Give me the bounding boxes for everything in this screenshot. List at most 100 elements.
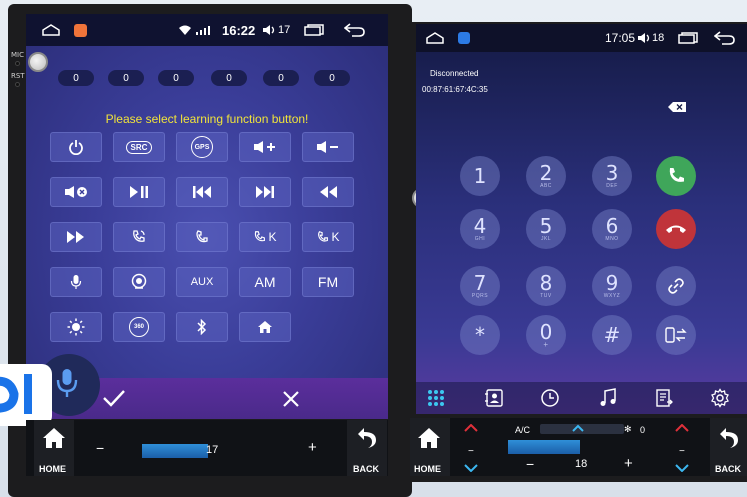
learning-prompt: Please select learning function button! [105,112,309,126]
am-icon: AM [254,274,276,290]
phone-answer-k-button[interactable]: K [239,222,291,252]
gear-icon [711,388,729,408]
fan-down-chevron-icon[interactable] [464,464,478,472]
phone-hangup-k-button[interactable]: K [302,222,354,252]
previous-track-button[interactable] [176,177,228,207]
temp-down-chevron-icon[interactable] [675,464,689,472]
ac-label[interactable]: A/C [515,425,530,435]
microphone-button[interactable] [50,267,102,297]
reset-label: RST [11,72,25,80]
back-arrow-icon[interactable] [344,14,366,46]
key-digit: 4 [473,214,487,238]
bt-files-tab[interactable] [652,386,676,410]
hangup-button[interactable] [656,209,696,249]
learn-counter-1: 0 [58,70,94,86]
camera-button[interactable] [113,267,165,297]
reset-hole[interactable] [15,82,20,87]
phone-hangup-icon [666,225,686,233]
key-digit: 8 [539,271,553,295]
mic-hole [15,61,20,66]
temp-level-bar [142,444,208,458]
aux-button[interactable]: AUX [176,267,228,297]
fan-up-chevron-icon[interactable] [464,424,478,432]
learn-counter-4: 0 [211,70,247,86]
right-back-key[interactable]: BACK [710,418,747,476]
play-pause-button[interactable] [113,177,165,207]
backspace-icon[interactable] [668,102,686,112]
dial-key-hash[interactable]: # [592,315,632,355]
dial-key-3[interactable]: 3 DEF [592,156,632,196]
music-note-icon [600,388,616,406]
right-home-key[interactable]: HOME [410,418,450,476]
phone-bottom-nav [416,382,747,414]
microphone-icon [70,275,82,289]
recents-tab[interactable] [538,386,562,410]
mute-button[interactable] [50,177,102,207]
confirm-check-icon[interactable] [102,389,126,407]
dialpad-tab[interactable] [424,386,448,410]
next-track-button[interactable] [239,177,291,207]
home-button[interactable] [239,312,291,342]
call-button[interactable] [656,156,696,196]
rewind-button[interactable] [302,177,354,207]
dial-key-0[interactable]: 0 + [526,315,566,355]
key-letters: DEF [606,183,618,189]
temp-increase-button[interactable]: + [624,455,633,472]
temp-decrease-button[interactable]: − [526,456,534,472]
learn-counter-2: 0 [108,70,144,86]
right-temp-value: 18 [575,458,588,470]
gps-button[interactable]: GPS [176,132,228,162]
home-outline-icon[interactable] [426,24,444,52]
app-notification-icon [458,24,470,52]
key-digit: 2 [539,161,553,185]
bt-mac-address: 00:87:61:67:4C:35 [422,85,488,94]
left-back-key[interactable]: BACK [347,420,387,476]
transfer-audio-button[interactable] [656,315,696,355]
dial-key-star[interactable]: * [460,315,500,355]
fast-forward-button[interactable] [50,222,102,252]
left-home-key[interactable]: HOME [34,420,74,476]
contacts-tab[interactable] [482,386,506,410]
dial-key-1[interactable]: 1 [460,156,500,196]
home-key-icon [418,428,440,448]
home-key-icon [43,428,65,448]
volume-down-button[interactable] [302,132,354,162]
recent-apps-icon[interactable] [678,24,698,52]
back-arrow-icon[interactable] [714,24,736,52]
dial-key-7[interactable]: 7 PQRS [460,266,500,306]
key-letters: MNO [605,236,619,242]
temp-increase-button[interactable]: + [308,439,317,456]
pair-link-button[interactable] [656,266,696,306]
fm-button[interactable]: FM [302,267,354,297]
temp-decrease-button[interactable]: − [96,440,104,456]
bt-music-tab[interactable] [596,386,620,410]
key-letters: PQRS [471,293,489,299]
dial-key-6[interactable]: 6 MNO [592,209,632,249]
cancel-x-icon[interactable] [282,390,300,408]
power-button[interactable] [50,132,102,162]
dial-key-9[interactable]: 9 WXYZ [592,266,632,306]
key-digit: 1 [473,164,487,188]
aux-icon: AUX [190,276,214,288]
home-outline-icon[interactable] [42,14,60,46]
recent-apps-icon[interactable] [304,14,324,46]
dial-key-5[interactable]: 5 JKL [526,209,566,249]
dial-key-8[interactable]: 8 TUV [526,266,566,306]
phone-answer-icon [133,230,145,242]
bluetooth-button[interactable] [176,312,228,342]
volume-up-button[interactable] [239,132,291,162]
key-letters: ABC [540,183,552,189]
dial-key-4[interactable]: 4 GHI [460,209,500,249]
dial-key-2[interactable]: 2 ABC [526,156,566,196]
mute-icon [65,186,87,198]
am-button[interactable]: AM [239,267,291,297]
src-button[interactable]: SRC [113,132,165,162]
camera-360-button[interactable]: 360 [113,312,165,342]
phone-hangup-button[interactable] [176,222,228,252]
home-key-label: HOME [39,464,66,474]
phone-answer-button[interactable] [113,222,165,252]
volume-icon [637,24,651,52]
brightness-button[interactable] [50,312,102,342]
temp-up-chevron-icon[interactable] [675,424,689,432]
settings-tab[interactable] [708,386,732,410]
